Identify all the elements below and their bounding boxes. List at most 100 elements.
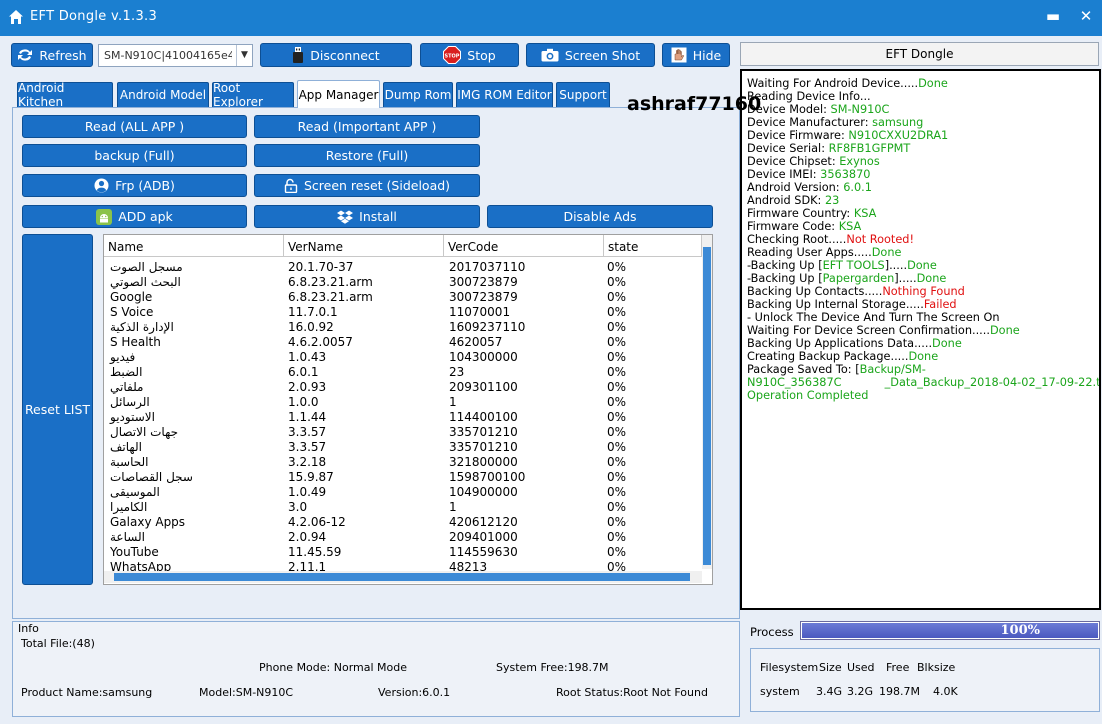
log-segment: 6.0.1 [843, 181, 872, 194]
reset-list-button[interactable]: Reset LIST [22, 234, 93, 585]
tab-root-explorer[interactable]: Root Explorer [212, 81, 294, 109]
cell-vername: 1.0.49 [288, 485, 327, 499]
cell-vername: 11.7.0.1 [288, 305, 338, 319]
log-segment: RF8FB1GFPMT [828, 142, 911, 155]
log-segment: Done [908, 350, 939, 363]
cell-vername: 6.8.23.21.arm [288, 290, 373, 304]
column-header-vercode[interactable]: VerCode [444, 235, 604, 257]
cell-vercode: 300723879 [449, 290, 518, 304]
table-row[interactable]: الموسيقى 1.0.49 104900000 0% [104, 485, 704, 500]
log-line: Backing Up Applications Data.....Done [747, 337, 1099, 350]
read-all-apps-button[interactable]: Read (ALL APP ) [22, 115, 247, 138]
user-icon [94, 178, 109, 193]
table-row[interactable]: الهاتف 3.3.57 335701210 0% [104, 440, 704, 455]
operation-log[interactable]: Waiting For Android Device..... Done Readi… [740, 69, 1101, 610]
read-all-apps-label: Read (ALL APP ) [84, 119, 185, 134]
hide-button[interactable]: Hide [662, 43, 730, 67]
table-row[interactable]: Google 6.8.23.21.arm 300723879 0% [104, 290, 704, 305]
fs-value-blksize: 4.0K [933, 685, 958, 698]
log-line: Checking Root.....Not Rooted! [747, 233, 1099, 246]
table-row[interactable]: جهات الاتصال 3.3.57 335701210 0% [104, 425, 704, 440]
refresh-label: Refresh [39, 47, 87, 63]
cell-vername: 15.9.87 [288, 470, 334, 484]
stop-button[interactable]: STOP Stop [420, 43, 519, 67]
cell-state: 0% [607, 290, 627, 304]
log-line: Reading User Apps.....Done [747, 246, 1099, 259]
info-panel: Info Total File:(48) Phone Mode: Normal … [12, 621, 740, 717]
frp-adb-label: Frp (ADB) [115, 178, 175, 193]
refresh-button[interactable]: Refresh [11, 43, 93, 67]
camera-icon [541, 48, 559, 62]
close-button[interactable]: ✕ [1076, 6, 1096, 26]
table-row[interactable]: S Voice 11.7.0.1 11070001 0% [104, 305, 704, 320]
table-row[interactable]: الكاميرا 3.0 1 0% [104, 500, 704, 515]
cell-state: 0% [607, 500, 627, 514]
cell-name: YouTube [110, 545, 159, 559]
table-row[interactable]: ملفاتي 2.0.93 209301100 0% [104, 380, 704, 395]
table-row[interactable]: YouTube 11.45.59 114559630 0% [104, 545, 704, 560]
table-row[interactable]: الضبط 6.0.1 23 0% [104, 365, 704, 380]
column-header-name[interactable]: Name [104, 235, 284, 257]
tab-app-manager[interactable]: App Manager [297, 80, 380, 108]
screenshot-button[interactable]: Screen Shot [526, 43, 655, 67]
table-row[interactable]: S Health 4.6.2.0057 4620057 0% [104, 335, 704, 350]
table-row[interactable]: الإدارة الذكية 16.0.92 1609237110 0% [104, 320, 704, 335]
horizontal-scrollbar[interactable] [104, 571, 702, 583]
table-row[interactable]: الاستوديو 1.1.44 114400100 0% [104, 410, 704, 425]
log-segment: EFT TOOLS [822, 259, 885, 272]
column-header-state[interactable]: state [604, 235, 702, 257]
cell-state: 0% [607, 365, 627, 379]
cell-vercode: 1 [449, 395, 457, 409]
tab-android-kitchen[interactable]: Android Kitchen [17, 81, 113, 109]
tab-support[interactable]: Support [556, 82, 610, 107]
frp-adb-button[interactable]: Frp (ADB) [22, 174, 247, 197]
add-apk-button[interactable]: ADD apk [22, 205, 247, 228]
log-segment: _Data_Backup_2018-04-02_17-09-22.tar [884, 376, 1101, 389]
backup-full-button[interactable]: backup (Full) [22, 144, 247, 167]
table-row[interactable]: مسجل الصوت 20.1.70-37 2017037110 0% [104, 260, 704, 275]
disable-ads-button[interactable]: Disable Ads [487, 205, 713, 228]
restore-full-button[interactable]: Restore (Full) [254, 144, 480, 167]
log-line: Firmware Country: KSA [747, 207, 1099, 220]
read-important-apps-button[interactable]: Read (Important APP ) [254, 115, 480, 138]
cell-vername: 4.2.06-12 [288, 515, 346, 529]
log-segment: - Unlock The Device And Turn The Screen … [747, 311, 1000, 324]
log-line: Device Model: SM-N910C [747, 103, 1099, 116]
log-line: Firmware Code: KSA [747, 220, 1099, 233]
log-segment: Exynos [839, 155, 880, 168]
table-row[interactable]: سجل القصاصات 15.9.87 1598700100 0% [104, 470, 704, 485]
log-segment: Android Version: [747, 181, 844, 194]
screen-reset-button[interactable]: Screen reset (Sideload) [254, 174, 480, 197]
table-row[interactable]: Galaxy Apps 4.2.06-12 420612120 0% [104, 515, 704, 530]
restore-full-label: Restore (Full) [325, 148, 409, 163]
stop-label: Stop [467, 47, 496, 63]
app-list[interactable]: Name VerName VerCode state مسجل الصوت 20.… [103, 234, 713, 585]
vertical-scroll-thumb[interactable] [703, 247, 711, 565]
vertical-scrollbar[interactable] [702, 235, 712, 569]
table-row[interactable]: البحث الصوتي 6.8.23.21.arm 300723879 0% [104, 275, 704, 290]
fs-header-blksize: Blksize [917, 661, 956, 674]
table-row[interactable]: فيديو 1.0.43 104300000 0% [104, 350, 704, 365]
table-row[interactable]: الساعة 2.0.94 209401000 0% [104, 530, 704, 545]
cell-vercode: 4620057 [449, 335, 503, 349]
tab-img-rom-editor[interactable]: IMG ROM Editor [456, 82, 553, 107]
cell-name: الاستوديو [110, 410, 155, 424]
tab-dump-rom[interactable]: Dump Rom [383, 82, 453, 107]
log-segment: -Backing Up [ [747, 272, 823, 285]
tab-android-model[interactable]: Android Model [117, 82, 209, 107]
phone-mode-label: Phone Mode: Normal Mode [259, 661, 408, 674]
column-header-vername[interactable]: VerName [284, 235, 444, 257]
cell-state: 0% [607, 410, 627, 424]
table-row[interactable]: الحاسبة 3.2.18 321800000 0% [104, 455, 704, 470]
minimize-button[interactable]: ▬ [1043, 6, 1063, 26]
disconnect-button[interactable]: Disconnect [260, 43, 412, 67]
log-segment: Waiting For Android Device..... [747, 77, 919, 90]
cell-name: مسجل الصوت [110, 260, 183, 274]
chevron-down-icon[interactable]: ▼ [236, 45, 252, 66]
install-button[interactable]: Install [254, 205, 480, 228]
log-line: Device Serial: RF8FB1GFPMT [747, 142, 1099, 155]
table-row[interactable]: الرسائل 1.0.0 1 0% [104, 395, 704, 410]
cell-state: 0% [607, 335, 627, 349]
device-select[interactable]: SM-N910C|41004165e40 ▼ [98, 44, 253, 67]
horizontal-scroll-thumb[interactable] [114, 573, 690, 581]
